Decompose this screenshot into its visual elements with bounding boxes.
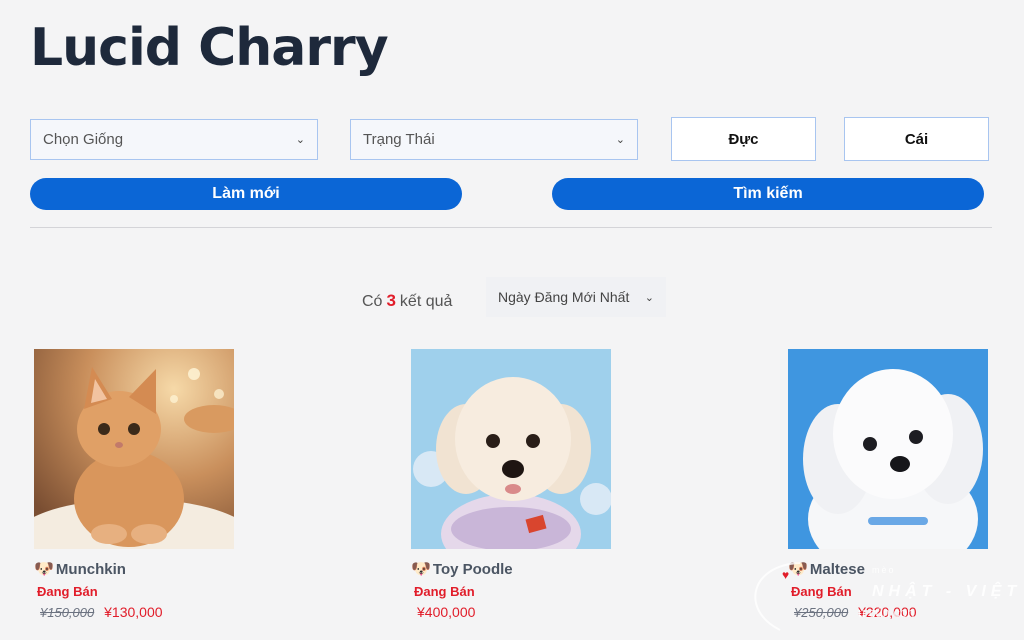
- chevron-down-icon: ⌄: [295, 134, 305, 146]
- search-button[interactable]: Tìm kiếm: [552, 178, 984, 210]
- product-card[interactable]: 🐶 Maltese Đang Bán ¥250,000 ¥220,000: [788, 349, 1024, 620]
- product-price: ¥400,000: [417, 604, 476, 620]
- male-filter-button[interactable]: Đực: [671, 117, 816, 161]
- product-price: ¥130,000: [104, 604, 163, 620]
- shiba-icon: 🐶: [34, 561, 54, 578]
- product-card[interactable]: 🐶 Munchkin Đang Bán ¥150,000 ¥130,000: [34, 349, 274, 620]
- reset-button[interactable]: Làm mới: [30, 178, 462, 210]
- result-suffix: kết quả: [399, 293, 453, 310]
- sort-select[interactable]: Ngày Đăng Mới Nhất ⌄: [486, 277, 666, 317]
- breed-select-label: Chọn Giống: [43, 131, 124, 148]
- product-photo-munchkin[interactable]: [34, 349, 234, 549]
- shiba-icon: 🐶: [788, 561, 808, 578]
- result-number: 3: [386, 291, 396, 310]
- result-prefix: Có: [362, 293, 383, 310]
- breed-select[interactable]: Chọn Giống ⌄: [30, 119, 318, 160]
- product-status: Đang Bán: [791, 584, 852, 599]
- product-old-price: ¥150,000: [40, 605, 95, 620]
- page-title: Lucid Charry: [30, 18, 389, 78]
- product-price: ¥220,000: [858, 604, 917, 620]
- status-select-label: Trạng Thái: [363, 131, 435, 148]
- status-select[interactable]: Trạng Thái ⌄: [350, 119, 638, 160]
- sort-select-label: Ngày Đăng Mới Nhất: [498, 289, 630, 305]
- chevron-down-icon: ⌄: [615, 134, 625, 146]
- product-card[interactable]: 🐶 Toy Poodle Đang Bán ¥400,000: [411, 349, 651, 620]
- product-old-price: ¥250,000: [794, 605, 849, 620]
- product-status: Đang Bán: [414, 584, 475, 599]
- product-status: Đang Bán: [37, 584, 98, 599]
- divider: [30, 227, 992, 228]
- result-count: Có 3 kết quả: [362, 291, 452, 311]
- product-photo-toy-poodle[interactable]: [411, 349, 611, 549]
- product-name[interactable]: Maltese: [810, 561, 865, 578]
- product-name[interactable]: Munchkin: [56, 561, 126, 578]
- shiba-icon: 🐶: [411, 561, 431, 578]
- product-name[interactable]: Toy Poodle: [433, 561, 513, 578]
- product-photo-maltese[interactable]: [788, 349, 988, 549]
- female-filter-button[interactable]: Cái: [844, 117, 989, 161]
- chevron-down-icon: ⌄: [644, 291, 654, 304]
